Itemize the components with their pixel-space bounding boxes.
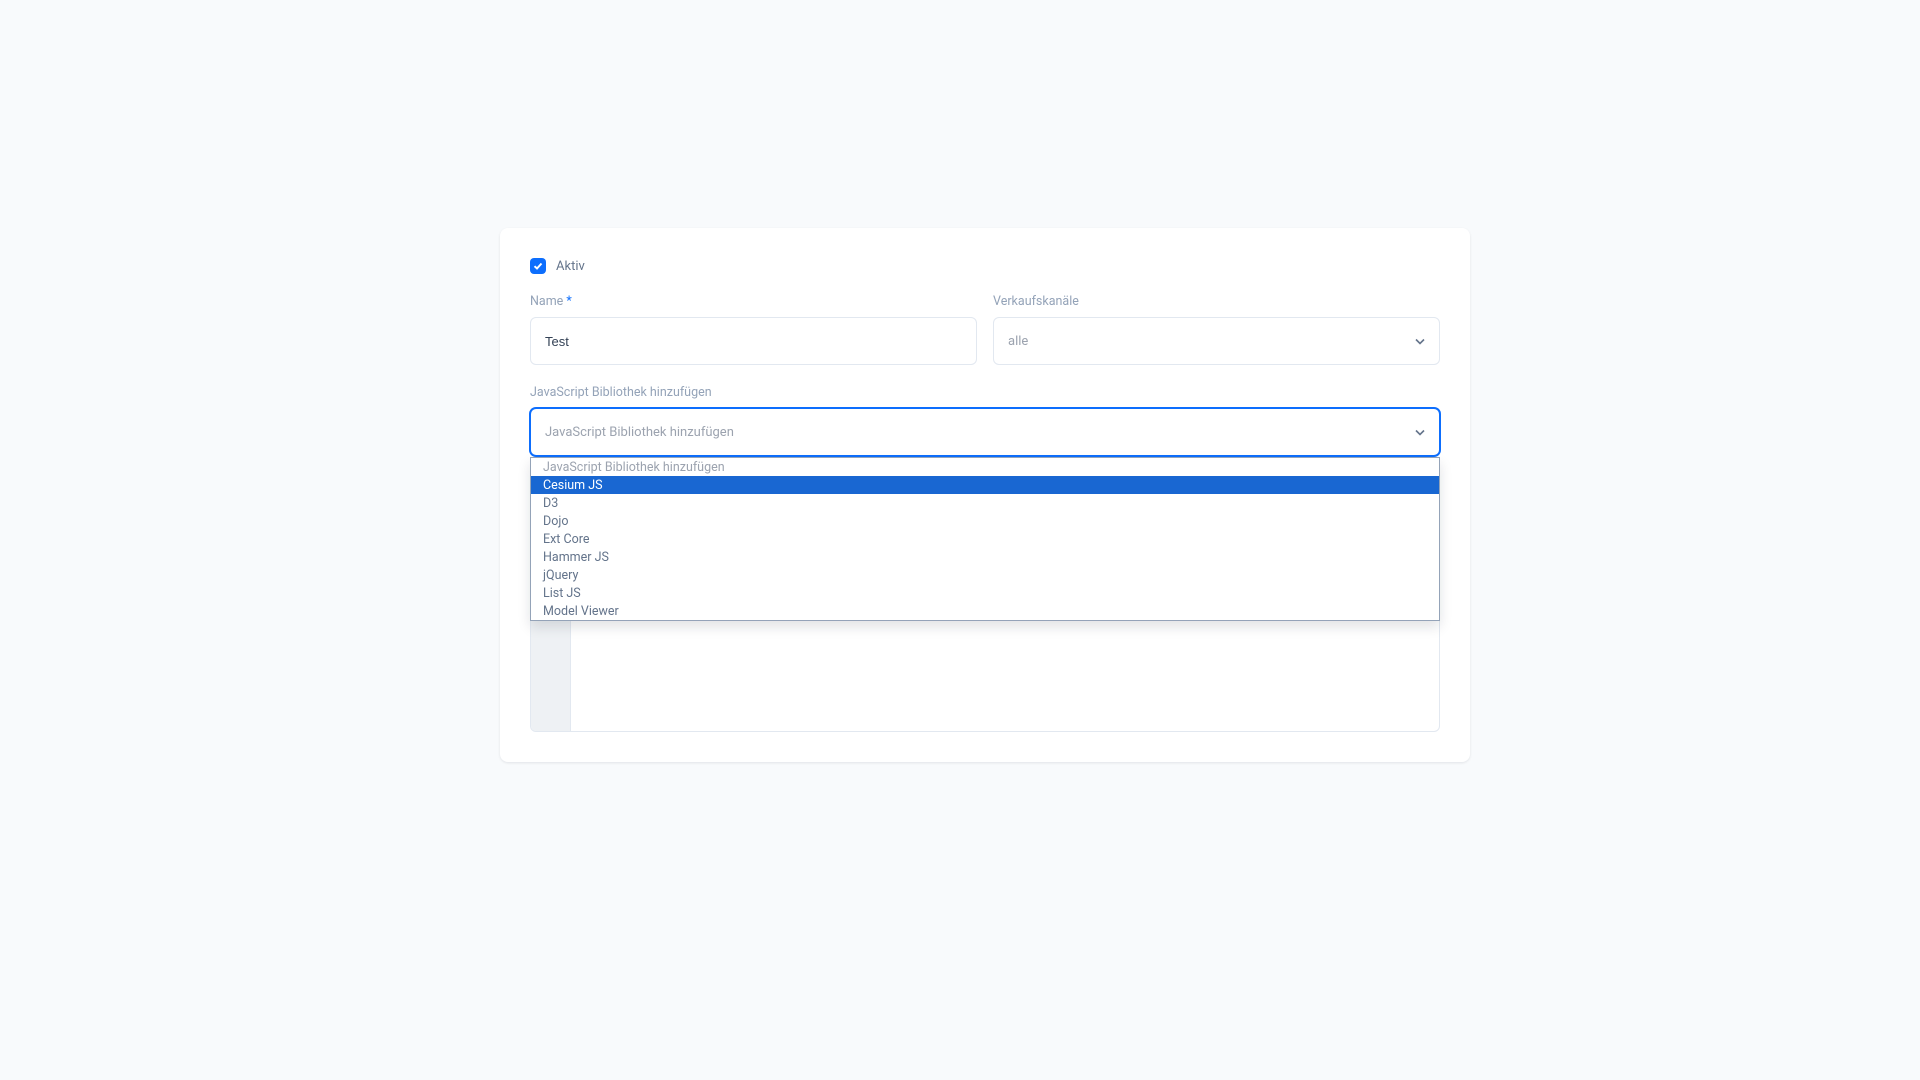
chevron-down-icon	[1413, 425, 1427, 439]
active-checkbox-label: Aktiv	[556, 259, 585, 274]
jslib-select[interactable]: JavaScript Bibliothek hinzufügen	[530, 408, 1440, 456]
active-checkbox[interactable]	[530, 258, 546, 274]
name-channels-row: Name * Verkaufskanäle alle	[530, 294, 1440, 365]
name-input[interactable]	[530, 317, 977, 365]
required-mark: *	[566, 294, 571, 309]
jslib-option[interactable]: Hammer JS	[531, 548, 1439, 566]
jslib-option[interactable]: List JS	[531, 584, 1439, 602]
jslib-option[interactable]: Dojo	[531, 512, 1439, 530]
channels-label: Verkaufskanäle	[993, 294, 1440, 309]
name-label-text: Name	[530, 294, 563, 309]
jslib-option[interactable]: Cesium JS	[531, 476, 1439, 494]
jslib-option-header: JavaScript Bibliothek hinzufügen	[531, 458, 1439, 476]
name-field-group: Name *	[530, 294, 977, 365]
jslib-option[interactable]: jQuery	[531, 566, 1439, 584]
jslib-option[interactable]: D3	[531, 494, 1439, 512]
form-card: Aktiv Name * Verkaufskanäle alle JavaScr…	[500, 228, 1470, 762]
channels-select[interactable]: alle	[993, 317, 1440, 365]
jslib-label: JavaScript Bibliothek hinzufügen	[530, 385, 1440, 400]
channels-field-group: Verkaufskanäle alle	[993, 294, 1440, 365]
check-icon	[533, 261, 543, 271]
jslib-field-group: JavaScript Bibliothek hinzufügen JavaScr…	[530, 385, 1440, 732]
jslib-option[interactable]: Model Viewer	[531, 602, 1439, 620]
jslib-select-placeholder: JavaScript Bibliothek hinzufügen	[545, 425, 734, 440]
jslib-dropdown[interactable]: JavaScript Bibliothek hinzufügen Cesium …	[530, 457, 1440, 621]
jslib-option[interactable]: Ext Core	[531, 530, 1439, 548]
active-checkbox-row: Aktiv	[530, 258, 1440, 274]
chevron-down-icon	[1413, 334, 1427, 348]
channels-select-value: alle	[1008, 334, 1028, 349]
name-label: Name *	[530, 294, 977, 309]
